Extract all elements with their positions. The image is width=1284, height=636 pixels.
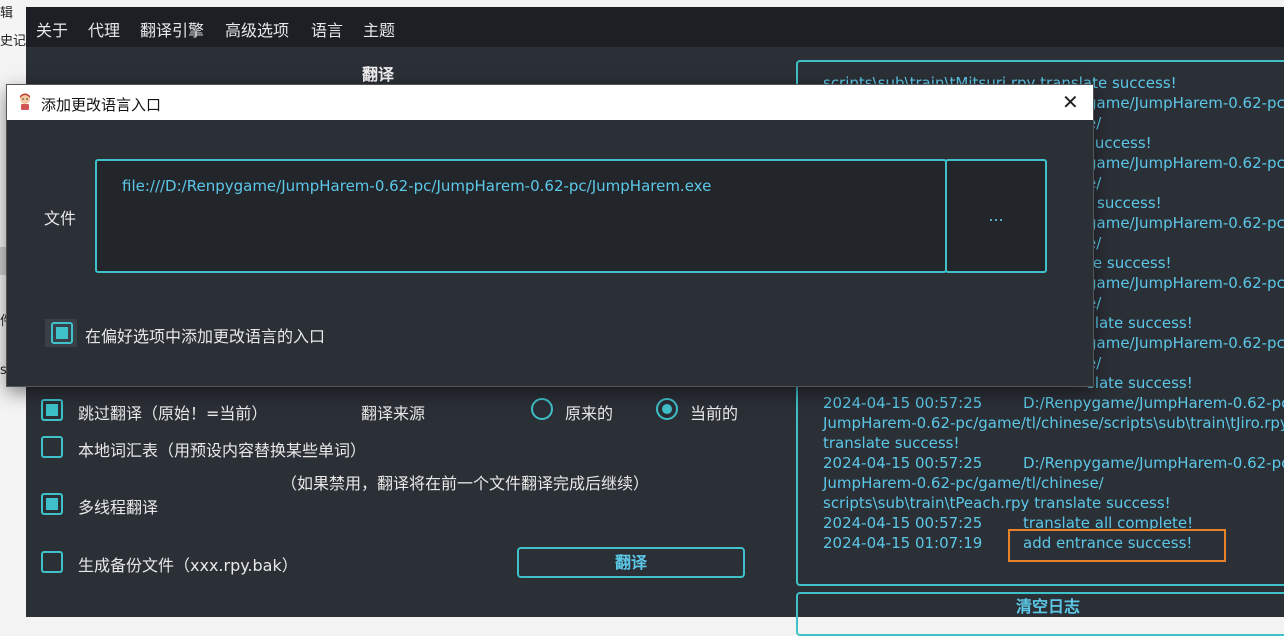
multithread-note: （如果禁用，翻译将在前一个文件翻译完成后继续） [281, 474, 650, 493]
log-line: D:/Renpygame/JumpHarem-0.62-pc/ [1023, 454, 1284, 472]
local-glossary-label: 本地词汇表（用预设内容替换某些单词） [78, 441, 367, 460]
log-line: success! [1097, 194, 1162, 212]
log-line: game/JumpHarem-0.62-pc/ [1087, 94, 1284, 112]
log-line: JumpHarem-0.62-pc/game/tl/chinese/ [823, 474, 1104, 492]
log-line: success! [1087, 134, 1152, 152]
log-timestamp: 2024-04-15 00:57:25 [823, 454, 983, 472]
log-timestamp: 2024-04-15 00:57:25 [823, 514, 983, 532]
local-glossary-checkbox[interactable] [41, 436, 63, 458]
skip-translate-label: 跳过翻译（原始！=当前） [78, 404, 268, 423]
file-path-value: file:///D:/Renpygame/JumpHarem-0.62-pc/J… [122, 177, 712, 195]
log-line: D:/Renpygame/JumpHarem-0.62-pc/ [1023, 394, 1284, 412]
add-entrance-label: 在偏好选项中添加更改语言的入口 [85, 327, 326, 346]
backup-checkbox[interactable] [41, 551, 63, 573]
log-line: scripts\sub\train\tPeach.rpy translate s… [823, 494, 1171, 512]
radio-current-label: 当前的 [690, 404, 739, 423]
browse-button[interactable]: ... [945, 159, 1047, 273]
app-icon [20, 93, 30, 110]
skip-translate-checkbox[interactable] [41, 399, 63, 421]
menu-advanced[interactable]: 高级选项 [225, 17, 289, 41]
radio-current[interactable] [656, 398, 678, 420]
clear-log-button[interactable]: 清空日志 [796, 592, 1284, 636]
multithread-checkbox[interactable] [41, 493, 63, 515]
log-line: JumpHarem-0.62-pc/game/tl/chinese/script… [823, 414, 1284, 432]
radio-original[interactable] [531, 398, 553, 420]
log-timestamp: 2024-04-15 01:07:19 [823, 534, 983, 552]
background-fragment: s [0, 363, 7, 378]
menu-proxy[interactable]: 代理 [88, 17, 120, 41]
translate-button[interactable]: 翻译 [517, 547, 745, 578]
add-language-entrance-dialog: 添加更改语言入口 ✕ 文件 file:///D:/Renpygame/JumpH… [7, 85, 1093, 386]
section-title: 翻译 [362, 65, 395, 84]
backup-label: 生成备份文件（xxx.rpy.bak） [78, 556, 298, 575]
menu-bar: 关于 代理 翻译引擎 高级选项 语言 主题 [26, 7, 1284, 47]
source-label: 翻译来源 [361, 404, 426, 423]
log-line: game/JumpHarem-0.62-pc/ [1087, 274, 1284, 292]
log-line: slate success! [1087, 374, 1193, 392]
dialog-title: 添加更改语言入口 [41, 96, 162, 114]
highlight-annotation [1008, 529, 1226, 562]
menu-theme[interactable]: 主题 [363, 17, 395, 41]
menu-language[interactable]: 语言 [311, 17, 343, 41]
multithread-label: 多线程翻译 [78, 498, 159, 517]
add-entrance-checkbox[interactable] [51, 322, 73, 344]
file-path-field[interactable]: file:///D:/Renpygame/JumpHarem-0.62-pc/J… [95, 159, 947, 273]
log-timestamp: 2024-04-15 00:57:25 [823, 394, 983, 412]
log-line: te success! [1087, 254, 1172, 272]
close-icon[interactable]: ✕ [1062, 90, 1079, 114]
background-fragment: 辑 [0, 6, 14, 21]
log-line: game/JumpHarem-0.62-pc/ [1087, 154, 1284, 172]
dialog-titlebar: 添加更改语言入口 ✕ [7, 85, 1093, 120]
log-line: translate success! [823, 434, 960, 452]
menu-about[interactable]: 关于 [36, 17, 68, 41]
file-label: 文件 [44, 209, 77, 228]
log-line: slate success! [1087, 314, 1193, 332]
log-line: game/JumpHarem-0.62-pc/ [1087, 334, 1284, 352]
log-line: game/JumpHarem-0.62-pc/ [1087, 214, 1284, 232]
radio-original-label: 原来的 [565, 404, 614, 423]
menu-engine[interactable]: 翻译引擎 [140, 17, 204, 41]
